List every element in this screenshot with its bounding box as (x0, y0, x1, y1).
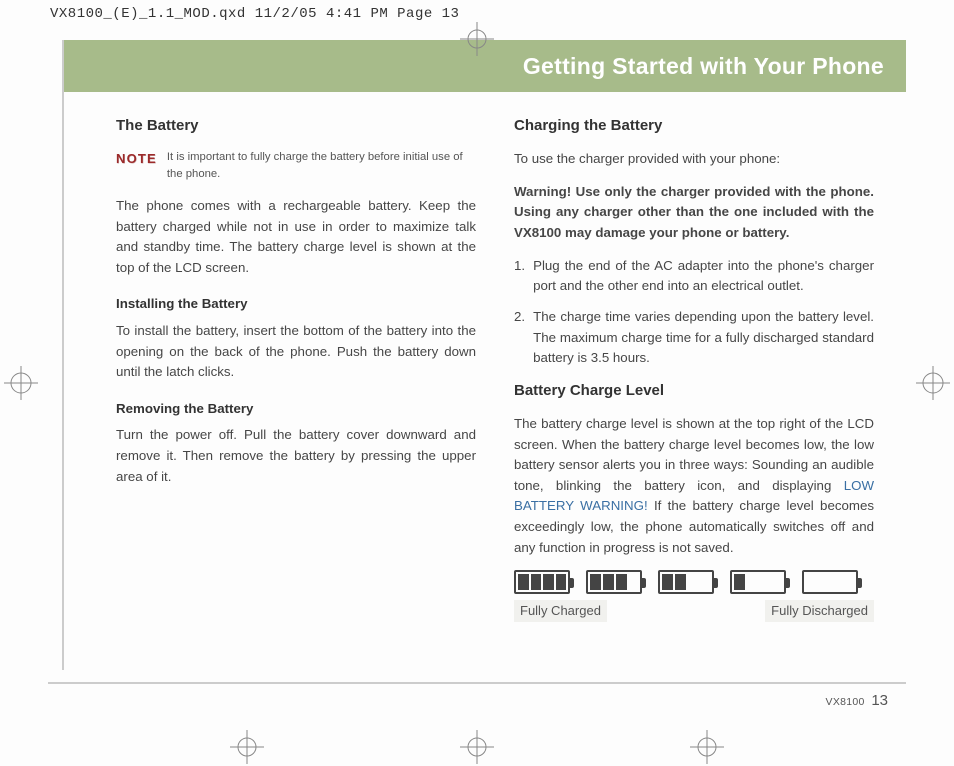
charge-level-paragraph: The battery charge level is shown at the… (514, 414, 874, 558)
step-number: 2. (514, 307, 525, 369)
footer-rule (48, 682, 906, 684)
crop-mark-icon (916, 366, 950, 400)
right-column: Charging the Battery To use the charger … (514, 114, 874, 622)
battery-icon-3 (586, 570, 642, 594)
charge-level-text-a: The battery charge level is shown at the… (514, 416, 874, 493)
heading-removing: Removing the Battery (116, 399, 476, 420)
label-fully-discharged: Fully Discharged (765, 600, 874, 622)
label-fully-charged: Fully Charged (514, 600, 607, 622)
step-2: 2. The charge time varies depending upon… (514, 307, 874, 369)
heading-battery: The Battery (116, 114, 476, 137)
note-label: NOTE (116, 149, 157, 182)
heading-installing: Installing the Battery (116, 294, 476, 315)
crop-mark-icon (230, 730, 264, 764)
heading-charging: Charging the Battery (514, 114, 874, 137)
sidebar-rule (62, 40, 64, 670)
battery-icon-1 (730, 570, 786, 594)
battery-labels: Fully Charged Fully Discharged (514, 600, 874, 622)
charge-warning: Warning! Use only the charger provided w… (514, 182, 874, 244)
crop-mark-icon (460, 730, 494, 764)
footer-page-number: 13 (871, 692, 888, 709)
battery-icon-4 (514, 570, 570, 594)
page-footer: VX8100 13 (826, 692, 888, 709)
step-text: Plug the end of the AC adapter into the … (533, 256, 874, 297)
battery-icon-0 (802, 570, 858, 594)
page-frame: Getting Started with Your Phone The Batt… (48, 40, 906, 718)
footer-model: VX8100 (826, 696, 865, 708)
step-text: The charge time varies depending upon th… (533, 307, 874, 369)
note-text: It is important to fully charge the batt… (167, 149, 476, 182)
step-number: 1. (514, 256, 525, 297)
content-columns: The Battery NOTE It is important to full… (48, 92, 906, 622)
crop-mark-icon (4, 366, 38, 400)
remove-paragraph: Turn the power off. Pull the battery cov… (116, 425, 476, 487)
crop-mark-icon (690, 730, 724, 764)
heading-charge-level: Battery Charge Level (514, 379, 874, 402)
battery-intro-paragraph: The phone comes with a rechargeable batt… (116, 196, 476, 278)
note-block: NOTE It is important to fully charge the… (116, 149, 476, 182)
battery-icon-2 (658, 570, 714, 594)
step-1: 1. Plug the end of the AC adapter into t… (514, 256, 874, 297)
section-title: Getting Started with Your Phone (523, 53, 884, 80)
install-paragraph: To install the battery, insert the botto… (116, 321, 476, 383)
battery-icon-row (514, 570, 874, 594)
crop-mark-icon (460, 22, 494, 56)
source-file-header: VX8100_(E)_1.1_MOD.qxd 11/2/05 4:41 PM P… (50, 6, 459, 22)
left-column: The Battery NOTE It is important to full… (116, 114, 476, 622)
charge-intro: To use the charger provided with your ph… (514, 149, 874, 170)
